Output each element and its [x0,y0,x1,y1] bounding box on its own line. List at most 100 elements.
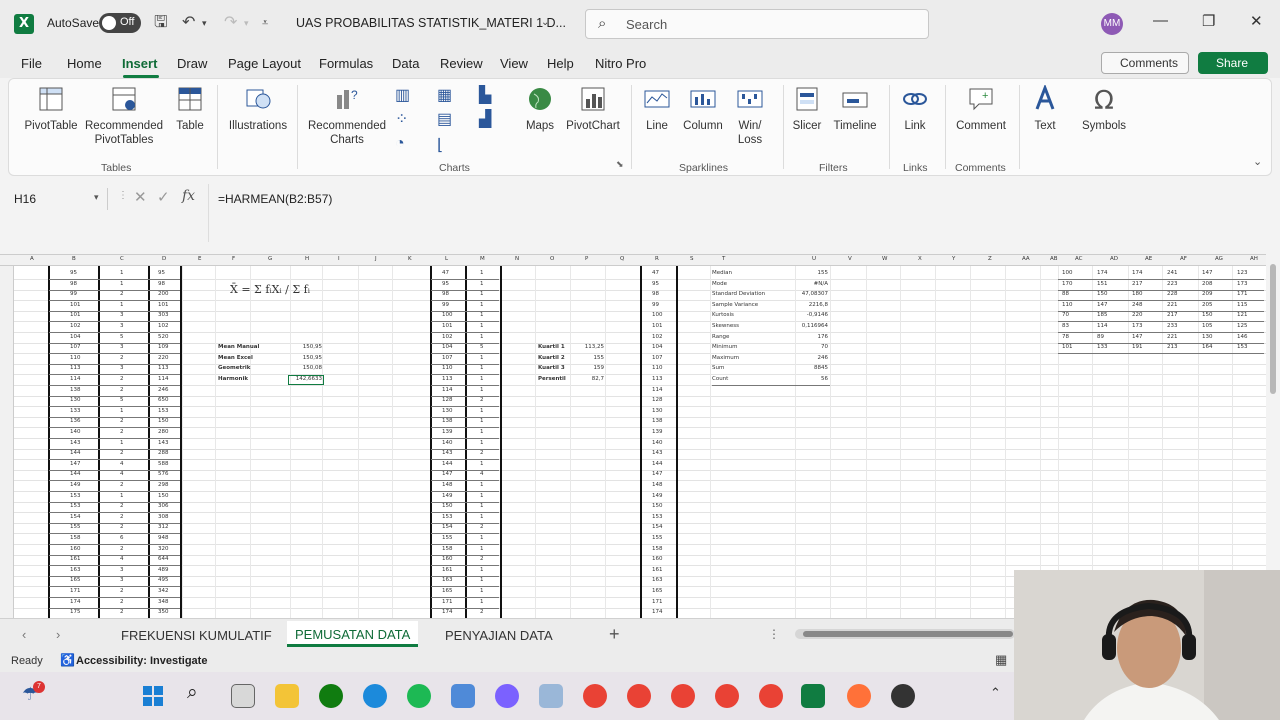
sheet-tab-frekuensi[interactable]: FREKUENSI KUMULATIF [121,628,272,643]
table2-value: 128 [442,397,453,404]
horizontal-scrollbar[interactable] [795,629,1015,639]
tab-help[interactable]: Help [547,56,574,71]
sheet-tab-pemusatan[interactable]: PEMUSATAN DATA [287,621,419,647]
tab-view[interactable]: View [500,56,528,71]
copilot-icon[interactable] [495,684,519,708]
chrome-icon[interactable] [583,684,607,708]
table-button[interactable]: Table [169,85,211,133]
comment-button[interactable]: + Comment [951,85,1011,133]
xbox-icon[interactable] [319,684,343,708]
chrome-icon[interactable] [627,684,651,708]
pivottable-icon [39,87,63,111]
scatter-chart-icon[interactable]: ⁘ [395,109,408,129]
minimize-icon[interactable]: — [1153,12,1168,29]
chevron-down-icon[interactable]: ⌄ [541,13,549,33]
symbols-button[interactable]: Ω Symbols [1075,85,1133,133]
pivotchart-button[interactable]: PivotChart [563,85,623,133]
close-icon[interactable]: ✕ [1250,12,1263,30]
share-button[interactable]: Share [1198,52,1268,74]
chevron-up-icon[interactable]: ⌃ [990,685,1001,701]
spotify-icon[interactable] [407,684,431,708]
document-title[interactable]: UAS PROBABILITAS STATISTIK_MATERI 1 D... [296,16,566,30]
area-chart-icon[interactable]: ⌊ [437,135,443,155]
link-button[interactable]: Link [897,85,933,133]
stats-label: Sum [712,365,725,372]
pie-chart-icon[interactable]: ◔ [395,135,405,153]
redo-icon[interactable]: ↷ [224,13,237,33]
undo-dropdown-icon[interactable]: ▾ [202,13,207,33]
combo-chart-icon[interactable]: ▟ [479,109,491,129]
cancel-icon[interactable]: ✕ [134,188,147,206]
illustrations-button[interactable]: Illustrations [223,85,293,133]
excel-taskbar-icon[interactable] [801,684,825,708]
windows-start-icon[interactable] [142,685,164,707]
autosave-toggle[interactable]: Off [99,13,141,33]
tab-nitro-pro[interactable]: Nitro Pro [595,56,646,71]
pivottable-button[interactable]: PivotTable [21,85,81,133]
undo-icon[interactable]: ↶ [182,13,195,33]
autosave-state: Off [120,16,135,28]
hierarchy-chart-icon[interactable]: ▦ [437,85,452,105]
tab-page-layout[interactable]: Page Layout [228,56,301,71]
more-sheets-icon[interactable]: ⋮ [768,627,780,641]
waterfall-chart-icon[interactable]: ▙ [479,85,491,105]
customize-toolbar-icon[interactable]: ⩡ [262,13,268,33]
worksheet-grid[interactable]: A B C D E F G H I J K L M N O P Q R S T U V W X Y Z AA AB AC AD AE AF AG… [0,254,1266,618]
recommended-charts-button[interactable]: ? Recommended Charts [305,85,389,147]
selected-cell[interactable] [288,375,324,385]
task-view-icon[interactable] [231,684,255,708]
chrome-icon[interactable] [715,684,739,708]
timeline-button[interactable]: Timeline [829,85,881,133]
accessibility-status[interactable]: Accessibility: Investigate [76,655,207,667]
charts-launcher-icon[interactable]: ⬊ [616,159,624,170]
prev-sheet-icon[interactable]: ‹ [22,627,26,642]
group-filters-label: Filters [819,162,848,174]
edge-icon[interactable] [363,684,387,708]
slicer-button[interactable]: Slicer [789,85,825,133]
quartile-label: Persentil [538,376,566,382]
enter-icon[interactable]: ✓ [157,188,170,206]
chrome-icon[interactable] [671,684,695,708]
firefox-icon[interactable] [847,684,871,708]
file-explorer-icon[interactable] [275,684,299,708]
search-icon[interactable]: ⌕ [187,682,198,704]
tab-file[interactable]: File [21,56,42,71]
maps-button[interactable]: Maps [522,85,558,133]
store-icon[interactable] [451,684,475,708]
obs-icon[interactable] [891,684,915,708]
chrome-icon[interactable] [759,684,783,708]
collapse-ribbon-icon[interactable]: ⌄ [1253,155,1262,168]
namebox-dropdown-icon[interactable]: ▾ [94,192,99,203]
save-icon[interactable]: 🖫 [154,13,168,33]
tab-formulas[interactable]: Formulas [319,56,373,71]
sparkline-column-button[interactable]: Column [681,85,725,133]
tab-review[interactable]: Review [440,56,483,71]
add-sheet-icon[interactable]: + [609,624,620,645]
tab-data[interactable]: Data [392,56,419,71]
next-sheet-icon[interactable]: › [56,627,60,642]
redo-dropdown-icon[interactable]: ▾ [244,13,249,33]
statistic-chart-icon[interactable]: ▤ [437,109,452,129]
tab-draw[interactable]: Draw [177,56,207,71]
restore-icon[interactable]: ❐ [1202,12,1215,30]
recommended-pivottables-button[interactable]: Recommended PivotTables [83,85,165,147]
tab-insert[interactable]: Insert [122,56,157,71]
sheet-tab-penyajian[interactable]: PENYAJIAN DATA [445,628,553,643]
scrollbar-thumb[interactable] [1270,264,1276,394]
scrollbar-thumb[interactable] [803,631,1013,637]
search-box[interactable]: ⌕ Search [585,9,929,39]
insert-function-icon[interactable]: fx [182,188,195,204]
text-button[interactable]: Text [1027,85,1063,133]
formula-input[interactable] [208,184,1272,242]
column-chart-icon[interactable]: ▥ [395,85,410,105]
tab-home[interactable]: Home [67,56,102,71]
photos-icon[interactable] [539,684,563,708]
name-box[interactable]: H16 [8,188,108,210]
sparkline-line-button[interactable]: Line [639,85,675,133]
table2-value: 153 [442,513,453,520]
user-avatar[interactable]: MM [1101,13,1123,35]
sparkline-winloss-button[interactable]: Win/ Loss [731,85,769,147]
comments-button[interactable]: Comments [1101,52,1189,74]
vertical-scrollbar[interactable] [1266,254,1280,618]
normal-view-icon[interactable]: ▦ [995,652,1007,668]
